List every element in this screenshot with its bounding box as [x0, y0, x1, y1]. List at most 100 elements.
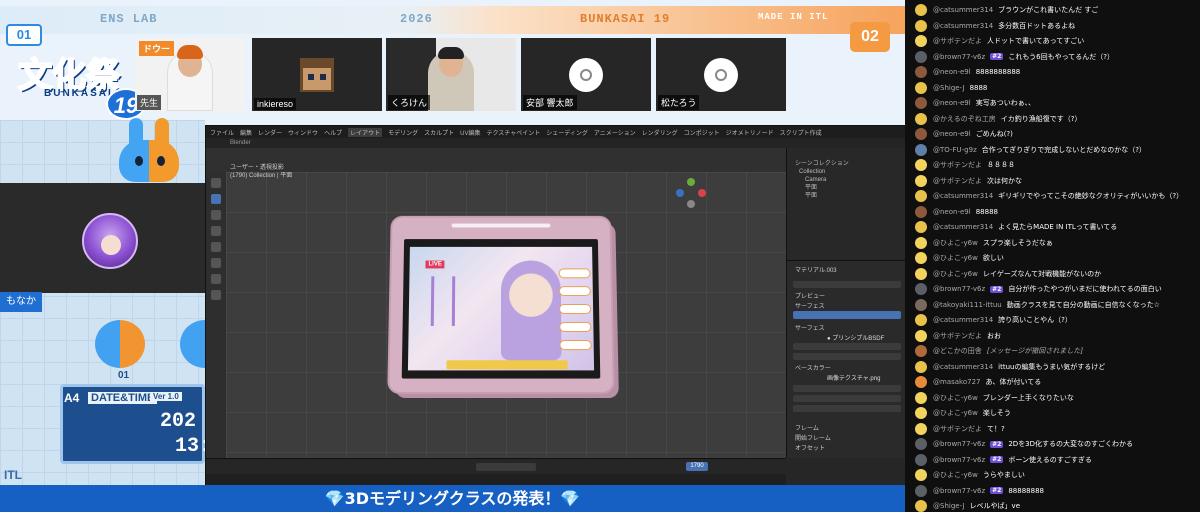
chat-avatar-icon[interactable] — [915, 299, 927, 311]
chat-message[interactable]: @brown77-v6z #2 これもう6回もやってるんだ（?） — [915, 50, 1200, 64]
chat-avatar-icon[interactable] — [915, 252, 927, 264]
chat-author[interactable]: @brown77-v6z — [933, 285, 985, 293]
blender-menu-item[interactable]: ヘルプ — [324, 128, 342, 137]
chat-avatar-icon[interactable] — [915, 345, 927, 357]
blender-workspace-tab[interactable]: スクリプト作成 — [780, 128, 822, 137]
blender-viewport-header[interactable] — [206, 148, 786, 172]
blender-workspace-tab[interactable]: コンポジット — [684, 128, 720, 137]
outliner-item[interactable]: Collection — [795, 168, 849, 176]
measure-tool-icon[interactable] — [211, 274, 221, 284]
chat-author[interactable]: @ひよこ-y6w — [933, 470, 978, 480]
chat-message[interactable]: @Shige-J 8888 — [915, 81, 1200, 95]
chat-message[interactable]: @サボテンだよ 人ドットで書いてあってすごい — [915, 34, 1200, 48]
chat-avatar-icon[interactable] — [915, 20, 927, 32]
move-tool-icon[interactable] — [211, 210, 221, 220]
blender-workspace-tab[interactable]: ジオメトリノード — [726, 128, 774, 137]
chat-author[interactable]: @サボテンだよ — [933, 176, 982, 186]
chat-message[interactable]: @サボテンだよ て！? — [915, 422, 1200, 436]
navigation-gizmo-icon[interactable] — [676, 178, 706, 208]
outliner-item[interactable]: 平面 — [795, 184, 849, 192]
chat-message[interactable]: @brown77-v6z #2 2Dを3D化するの大変なのすごくわかる — [915, 437, 1200, 451]
scale-tool-icon[interactable] — [211, 242, 221, 252]
chat-avatar-icon[interactable] — [915, 113, 927, 125]
chat-message[interactable]: @ひよこ-y6w レイゲーズなんて対戦機能がないのか — [915, 267, 1200, 281]
chat-message[interactable]: @takoyaki111-ittuu 動画クラスを見て自分の動画に自信なくなった☆ — [915, 298, 1200, 312]
blender-menu-item[interactable]: ウィンドウ — [288, 128, 318, 137]
participant-tile-inkiereso[interactable]: inkiereso — [252, 38, 382, 111]
chat-author[interactable]: @サボテンだよ — [933, 36, 982, 46]
chat-author[interactable]: @neon-e9l — [933, 99, 971, 107]
chat-message[interactable]: @ひよこ-y6w 楽しそう — [915, 406, 1200, 420]
chat-avatar-icon[interactable] — [915, 407, 927, 419]
tablet-3d-model[interactable]: LIVE — [389, 218, 612, 392]
chat-message[interactable]: @catsummer314 よく見たらMADE IN ITLって書いてる — [915, 220, 1200, 234]
chat-author[interactable]: @ひよこ-y6w — [933, 269, 978, 279]
chat-author[interactable]: @TO-FU-g9z — [933, 146, 977, 154]
chat-avatar-icon[interactable] — [915, 144, 927, 156]
chat-message[interactable]: @catsummer314 ittuuの編集もうまい気がするけど — [915, 360, 1200, 374]
chat-author[interactable]: @Shige-J — [933, 84, 965, 92]
chat-author[interactable]: @brown77-v6z — [933, 440, 985, 448]
chat-avatar-icon[interactable] — [915, 485, 927, 497]
chat-author[interactable]: @neon-e9l — [933, 68, 971, 76]
chat-message[interactable]: @neon-e9l 8888888888 — [915, 65, 1200, 79]
blender-window[interactable]: ファイル 編集 レンダー ウィンドウ ヘルプ レイアウト モデリング スカルプト… — [205, 125, 905, 485]
chat-avatar-icon[interactable] — [915, 237, 927, 249]
chat-avatar-icon[interactable] — [915, 51, 927, 63]
chat-message[interactable]: @どこかの田舎 [メッセージが撤回されました] — [915, 344, 1200, 358]
chat-avatar-icon[interactable] — [915, 361, 927, 373]
chat-message[interactable]: @TO-FU-g9z 合作ってぎりぎりで完成しないとだめなのかな（?） — [915, 143, 1200, 157]
current-frame[interactable]: 1790 — [686, 462, 708, 471]
chat-author[interactable]: @サボテンだよ — [933, 331, 982, 341]
chat-message[interactable]: @brown77-v6z #2 自分が作ったやつがいまだに使われてるの面白い — [915, 282, 1200, 296]
blender-workspace-tab[interactable]: レイアウト — [348, 128, 382, 137]
chat-message[interactable]: @ひよこ-y6w ブレンダー上手くなりたいな — [915, 391, 1200, 405]
chat-message[interactable]: @サボテンだよ ８８８８ — [915, 158, 1200, 172]
chat-author[interactable]: @takoyaki111-ittuu — [933, 301, 1002, 309]
chat-message[interactable]: @catsummer314 多分数百ドットあるよね — [915, 19, 1200, 33]
chat-author[interactable]: @brown77-v6z — [933, 456, 985, 464]
chat-author[interactable]: @ひよこ-y6w — [933, 238, 978, 248]
participant-tile-matsu[interactable]: 松たろう — [656, 38, 786, 111]
blender-workspace-tab[interactable]: レンダリング — [642, 128, 678, 137]
playback-controls[interactable] — [476, 463, 536, 471]
blender-workspace-tab[interactable]: スカルプト — [424, 128, 454, 137]
chat-author[interactable]: @neon-e9l — [933, 208, 971, 216]
chat-message[interactable]: @masako727 あ、体が付いてる — [915, 375, 1200, 389]
participant-tile-abe[interactable]: 安部 響太郎 — [521, 38, 651, 111]
chat-author[interactable]: @catsummer314 — [933, 316, 993, 324]
chat-author[interactable]: @catsummer314 — [933, 223, 993, 231]
bsdf-field[interactable]: ● プリンシプルBSDF — [827, 333, 884, 342]
chat-avatar-icon[interactable] — [915, 469, 927, 481]
cursor-tool-icon[interactable] — [211, 194, 221, 204]
blender-workspace-tab[interactable]: シェーディング — [546, 128, 588, 137]
chat-author[interactable]: @Shige-J — [933, 502, 965, 510]
blender-toolbar[interactable] — [206, 172, 226, 458]
chat-message[interactable]: @サボテンだよ 次は何かな — [915, 174, 1200, 188]
blender-workspace-tab[interactable]: アニメーション — [594, 128, 636, 137]
chat-avatar-icon[interactable] — [915, 454, 927, 466]
chat-avatar-icon[interactable] — [915, 35, 927, 47]
chat-message[interactable]: @ひよこ-y6w 欲しい — [915, 251, 1200, 265]
blender-properties-panel[interactable]: マテリアル.003 プレビュー サーフェス サーフェス ● プリンシプルBSDF… — [786, 260, 905, 458]
blender-workspace-tab[interactable]: テクスチャペイント — [486, 128, 540, 137]
blender-workspace-tab[interactable]: UV編集 — [460, 128, 480, 137]
chat-author[interactable]: @brown77-v6z — [933, 487, 985, 495]
chat-message[interactable]: @ひよこ-y6w うらやましい — [915, 468, 1200, 482]
chat-author[interactable]: @サボテンだよ — [933, 160, 982, 170]
chat-author[interactable]: @brown77-v6z — [933, 53, 985, 61]
outliner-item[interactable]: Camera — [795, 176, 849, 184]
image-texture-field[interactable]: 画像テクスチャ.png — [827, 373, 880, 382]
chat-avatar-icon[interactable] — [915, 206, 927, 218]
chat-avatar-icon[interactable] — [915, 314, 927, 326]
chat-message[interactable]: @catsummer314 ギリギリでやってこその絶妙なクオリティがいいかも（?） — [915, 189, 1200, 203]
outliner-item[interactable]: シーンコレクション — [795, 160, 849, 168]
chat-author[interactable]: @サボテンだよ — [933, 424, 982, 434]
chat-author[interactable]: @かえるのぞね工房 — [933, 114, 996, 124]
chat-avatar-icon[interactable] — [915, 500, 927, 512]
select-tool-icon[interactable] — [211, 178, 221, 188]
chat-avatar-icon[interactable] — [915, 190, 927, 202]
chat-message[interactable]: @neon-e9l 実写あついわぁ、、 — [915, 96, 1200, 110]
chat-author[interactable]: @ひよこ-y6w — [933, 393, 978, 403]
chat-message[interactable]: @かえるのぞね工房 イカ釣り漁船復です（?） — [915, 112, 1200, 126]
